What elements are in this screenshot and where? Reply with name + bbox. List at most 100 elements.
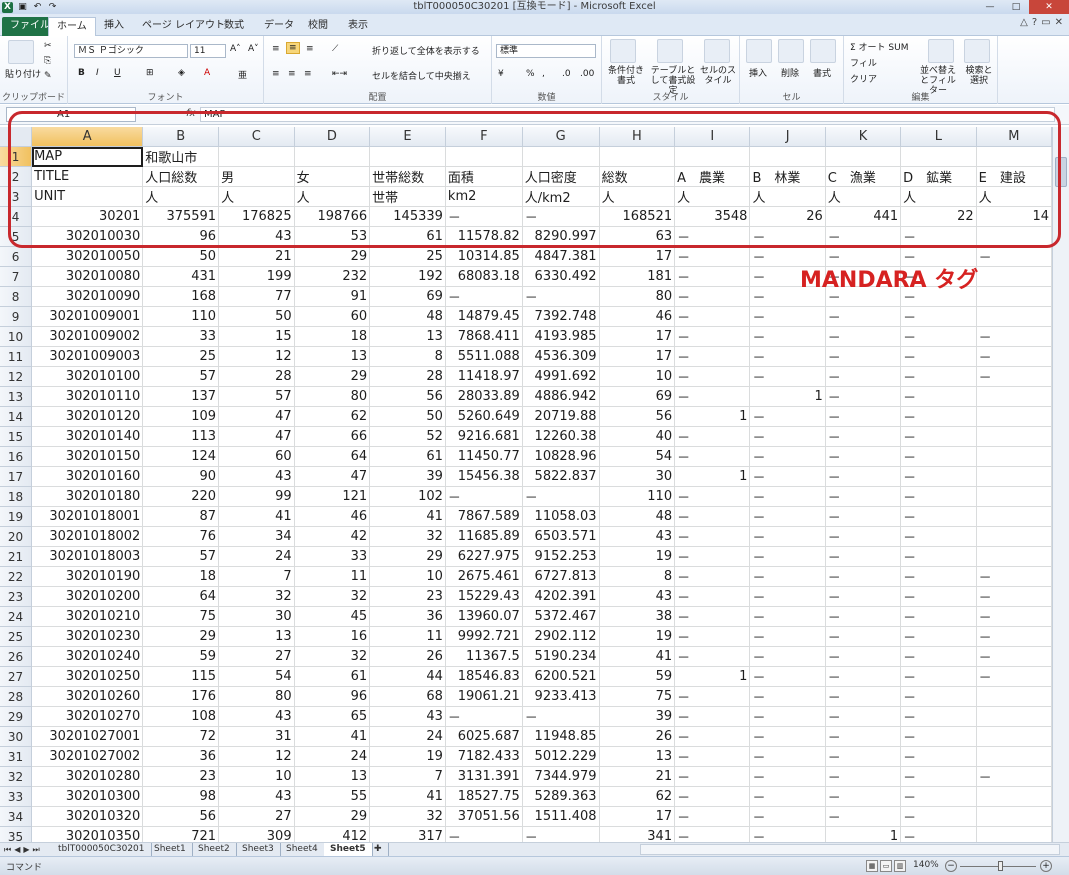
cell-m1[interactable] bbox=[976, 146, 1052, 167]
cell-d26[interactable]: 32 bbox=[294, 646, 371, 667]
cell-h25[interactable]: 19 bbox=[599, 626, 676, 647]
cell-e32[interactable]: 7 bbox=[369, 766, 446, 787]
cell-k20[interactable]: － bbox=[825, 526, 902, 547]
cell-i13[interactable]: － bbox=[674, 386, 751, 407]
cell-d9[interactable]: 60 bbox=[294, 306, 371, 327]
cell-l13[interactable]: － bbox=[900, 386, 977, 407]
cell-d20[interactable]: 42 bbox=[294, 526, 371, 547]
cell-i11[interactable]: － bbox=[674, 346, 751, 367]
cell-m9[interactable] bbox=[976, 306, 1052, 327]
cell-a17[interactable]: 302010160 bbox=[31, 466, 144, 487]
cell-l1[interactable] bbox=[900, 146, 977, 167]
cell-c25[interactable]: 13 bbox=[218, 626, 295, 647]
cell-l10[interactable]: － bbox=[900, 326, 977, 347]
cell-c1[interactable] bbox=[218, 146, 295, 167]
cell-f33[interactable]: 18527.75 bbox=[445, 786, 523, 807]
cell-d23[interactable]: 32 bbox=[294, 586, 371, 607]
cell-l35[interactable]: － bbox=[900, 826, 977, 842]
cell-a28[interactable]: 302010260 bbox=[31, 686, 144, 707]
cell-a31[interactable]: 30201027002 bbox=[31, 746, 144, 767]
cell-g1[interactable] bbox=[522, 146, 600, 167]
cell-e14[interactable]: 50 bbox=[369, 406, 446, 427]
cell-l26[interactable]: － bbox=[900, 646, 977, 667]
cell-a11[interactable]: 30201009003 bbox=[31, 346, 144, 367]
cell-h6[interactable]: 17 bbox=[599, 246, 676, 267]
cell-g30[interactable]: 11948.85 bbox=[522, 726, 600, 747]
conditional-format-icon[interactable] bbox=[610, 39, 636, 63]
cell-a29[interactable]: 302010270 bbox=[31, 706, 144, 727]
cell-b21[interactable]: 57 bbox=[142, 546, 220, 567]
cell-h9[interactable]: 46 bbox=[599, 306, 676, 327]
indent-icon[interactable]: ⇤⇥ bbox=[332, 69, 347, 79]
decrease-decimal-icon[interactable]: .00 bbox=[580, 69, 594, 79]
row-header[interactable]: 22 bbox=[0, 566, 33, 587]
cell-h2[interactable]: 総数 bbox=[599, 166, 676, 187]
cell-i9[interactable]: － bbox=[674, 306, 751, 327]
cell-l19[interactable]: － bbox=[900, 506, 977, 527]
cell-f1[interactable] bbox=[445, 146, 523, 167]
cell-k10[interactable]: － bbox=[825, 326, 902, 347]
zoom-out-button[interactable]: − bbox=[945, 860, 957, 872]
cell-l30[interactable]: － bbox=[900, 726, 977, 747]
cell-j5[interactable]: － bbox=[749, 226, 826, 247]
cell-i15[interactable]: － bbox=[674, 426, 751, 447]
sort-filter-icon[interactable] bbox=[928, 39, 954, 63]
cell-l4[interactable]: 22 bbox=[900, 206, 977, 227]
cell-j31[interactable]: － bbox=[749, 746, 826, 767]
cell-k31[interactable]: － bbox=[825, 746, 902, 767]
cell-j32[interactable]: － bbox=[749, 766, 826, 787]
column-header-e[interactable]: E bbox=[369, 127, 446, 147]
cell-j13[interactable]: 1 bbox=[749, 386, 826, 407]
cell-b3[interactable]: 人 bbox=[142, 186, 220, 207]
cell-c17[interactable]: 43 bbox=[218, 466, 295, 487]
row-header[interactable]: 6 bbox=[0, 246, 33, 267]
cell-b17[interactable]: 90 bbox=[142, 466, 220, 487]
cell-i29[interactable]: － bbox=[674, 706, 751, 727]
cell-m30[interactable] bbox=[976, 726, 1052, 747]
cell-c21[interactable]: 24 bbox=[218, 546, 295, 567]
cell-j10[interactable]: － bbox=[749, 326, 826, 347]
cell-a33[interactable]: 302010300 bbox=[31, 786, 144, 807]
cell-c5[interactable]: 43 bbox=[218, 226, 295, 247]
cell-h16[interactable]: 54 bbox=[599, 446, 676, 467]
cell-a13[interactable]: 302010110 bbox=[31, 386, 144, 407]
cell-m28[interactable] bbox=[976, 686, 1052, 707]
cell-j22[interactable]: － bbox=[749, 566, 826, 587]
cell-h27[interactable]: 59 bbox=[599, 666, 676, 687]
sheet-tab[interactable]: Sheet2 bbox=[192, 843, 237, 856]
cell-m18[interactable] bbox=[976, 486, 1052, 507]
cell-l32[interactable]: － bbox=[900, 766, 977, 787]
cell-h10[interactable]: 17 bbox=[599, 326, 676, 347]
cell-e27[interactable]: 44 bbox=[369, 666, 446, 687]
cell-b14[interactable]: 109 bbox=[142, 406, 220, 427]
cell-b27[interactable]: 115 bbox=[142, 666, 220, 687]
cell-b28[interactable]: 176 bbox=[142, 686, 220, 707]
row-header[interactable]: 35 bbox=[0, 826, 33, 842]
cell-m35[interactable] bbox=[976, 826, 1052, 842]
cell-h19[interactable]: 48 bbox=[599, 506, 676, 527]
zoom-level[interactable]: 140% bbox=[913, 860, 939, 870]
cell-b25[interactable]: 29 bbox=[142, 626, 220, 647]
cell-d3[interactable]: 人 bbox=[294, 186, 371, 207]
cell-m11[interactable]: － bbox=[976, 346, 1052, 367]
cell-h33[interactable]: 62 bbox=[599, 786, 676, 807]
comma-button[interactable]: , bbox=[542, 69, 545, 79]
cell-m3[interactable]: 人 bbox=[976, 186, 1052, 207]
cell-c27[interactable]: 54 bbox=[218, 666, 295, 687]
cell-f27[interactable]: 18546.83 bbox=[445, 666, 523, 687]
cell-b18[interactable]: 220 bbox=[142, 486, 220, 507]
cell-d4[interactable]: 198766 bbox=[294, 206, 371, 227]
sheet-tab[interactable]: Sheet4 bbox=[280, 843, 325, 856]
cell-g13[interactable]: 4886.942 bbox=[522, 386, 600, 407]
row-header[interactable]: 23 bbox=[0, 586, 33, 607]
cell-i31[interactable]: － bbox=[674, 746, 751, 767]
cell-j24[interactable]: － bbox=[749, 606, 826, 627]
cell-g2[interactable]: 人口密度 bbox=[522, 166, 600, 187]
align-bottom-icon[interactable]: ≡ bbox=[306, 44, 314, 54]
italic-button[interactable]: I bbox=[96, 68, 99, 78]
cell-a3[interactable]: UNIT bbox=[31, 186, 144, 207]
cell-b1[interactable]: 和歌山市 bbox=[142, 146, 220, 167]
cell-h30[interactable]: 26 bbox=[599, 726, 676, 747]
row-header[interactable]: 18 bbox=[0, 486, 33, 507]
cell-a14[interactable]: 302010120 bbox=[31, 406, 144, 427]
